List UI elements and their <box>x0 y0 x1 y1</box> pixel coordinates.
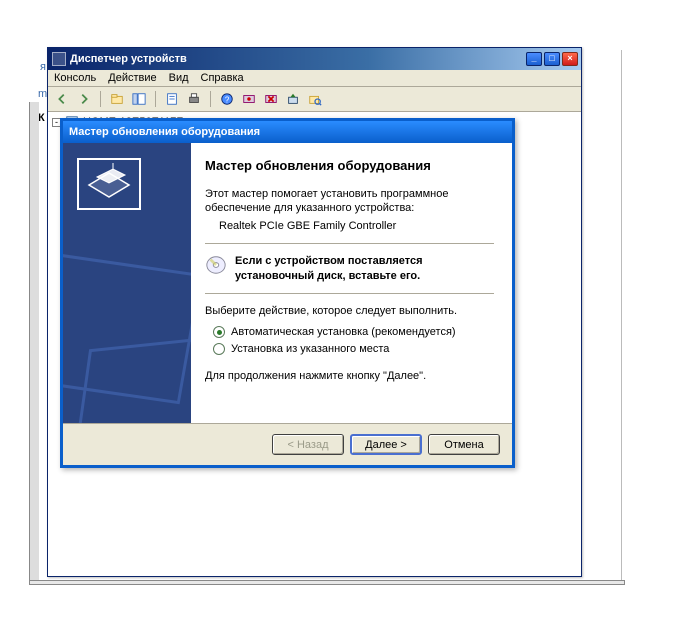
show-hide-tree-icon[interactable] <box>129 89 149 109</box>
radio-icon <box>213 326 225 338</box>
back-icon[interactable] <box>52 89 72 109</box>
titlebar[interactable]: Диспетчер устройств _ □ × <box>48 48 581 70</box>
cancel-button[interactable]: Отмена <box>428 434 500 455</box>
next-button[interactable]: Далее > <box>350 434 422 455</box>
hardware-update-wizard: Мастер обновления оборудования Мастер об… <box>60 118 515 468</box>
radio-auto-install[interactable]: Автоматическая установка (рекомендуется) <box>213 326 494 338</box>
update-driver-icon[interactable] <box>283 89 303 109</box>
close-button[interactable]: × <box>562 52 578 66</box>
separator <box>210 91 211 107</box>
continue-hint: Для продолжения нажмите кнопку "Далее". <box>205 369 494 383</box>
back-button: < Назад <box>272 434 344 455</box>
radio-manual-label: Установка из указанного места <box>231 343 389 355</box>
refresh-icon[interactable] <box>239 89 259 109</box>
minimize-button[interactable]: _ <box>526 52 542 66</box>
wizard-sidebar <box>63 143 191 423</box>
menu-console[interactable]: Консоль <box>54 72 96 84</box>
bg-text: я <box>40 61 46 73</box>
radio-icon <box>213 343 225 355</box>
bg-text: m <box>38 88 47 100</box>
menubar: Консоль Действие Вид Справка <box>48 70 581 87</box>
wizard-button-row: < Назад Далее > Отмена <box>63 424 512 465</box>
cd-hint-text: Если с устройством поставляется установо… <box>235 254 494 283</box>
device-name: Realtek PCIe GBE Family Controller <box>219 219 494 233</box>
menu-view[interactable]: Вид <box>169 72 189 84</box>
help-icon[interactable]: ? <box>217 89 237 109</box>
window-title: Диспетчер устройств <box>70 53 187 65</box>
scan-icon[interactable] <box>305 89 325 109</box>
separator <box>205 243 494 244</box>
wizard-titlebar[interactable]: Мастер обновления оборудования <box>63 121 512 143</box>
uninstall-icon[interactable] <box>261 89 281 109</box>
background-panel-fragment <box>29 102 39 582</box>
menu-help[interactable]: Справка <box>201 72 244 84</box>
hardware-icon <box>83 163 135 205</box>
background-panel-fragment <box>621 50 622 583</box>
properties-icon[interactable] <box>162 89 182 109</box>
radio-manual-install[interactable]: Установка из указанного места <box>213 343 494 355</box>
wizard-heading: Мастер обновления оборудования <box>205 157 494 175</box>
forward-icon[interactable] <box>74 89 94 109</box>
radio-auto-label: Автоматическая установка (рекомендуется) <box>231 326 456 338</box>
wizard-title: Мастер обновления оборудования <box>69 126 260 138</box>
up-icon[interactable] <box>107 89 127 109</box>
toolbar: ? <box>48 87 581 112</box>
separator <box>100 91 101 107</box>
separator <box>205 293 494 294</box>
background-panel-fragment <box>29 580 625 585</box>
print-icon[interactable] <box>184 89 204 109</box>
bg-text: К <box>38 112 45 124</box>
menu-action[interactable]: Действие <box>108 72 156 84</box>
choose-action-text: Выберите действие, которое следует выпол… <box>205 304 494 318</box>
wizard-content: Мастер обновления оборудования Этот маст… <box>191 143 512 423</box>
cd-icon <box>205 254 227 276</box>
maximize-button[interactable]: □ <box>544 52 560 66</box>
app-icon <box>52 52 66 66</box>
wizard-intro-text: Этот мастер помогает установить программ… <box>205 187 494 216</box>
separator <box>155 91 156 107</box>
install-mode-radiogroup: Автоматическая установка (рекомендуется)… <box>213 326 494 355</box>
svg-text:?: ? <box>225 96 230 105</box>
